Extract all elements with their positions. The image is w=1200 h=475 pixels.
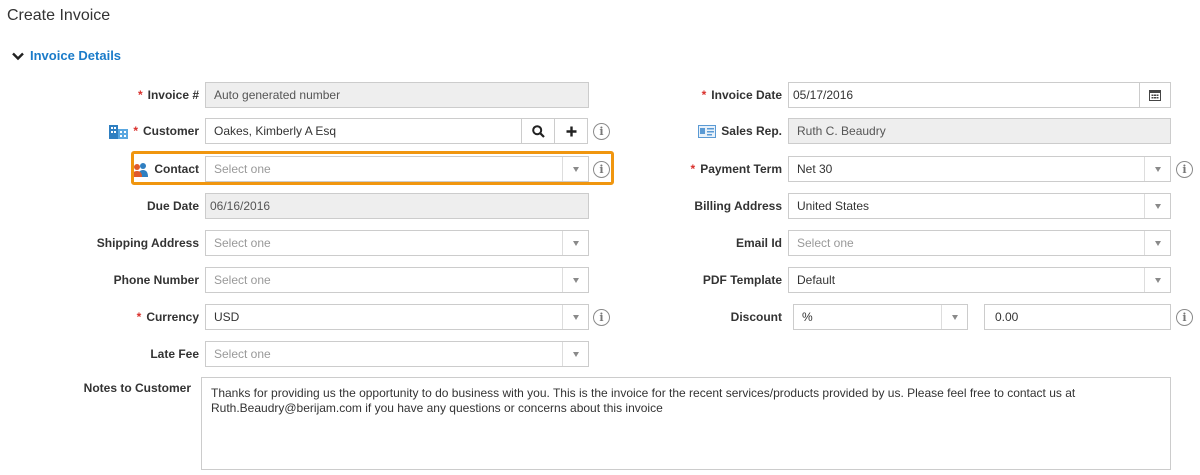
sales-rep-field: Ruth C. Beaudry [788,118,1171,144]
contact-select[interactable]: Select one [205,156,589,182]
invoice-date-label: * Invoice Date [701,88,782,102]
dropdown-caret-icon [1144,268,1170,292]
contact-people-icon [132,162,149,177]
notes-label: Notes to Customer [83,381,191,395]
required-marker: * [690,162,696,176]
billing-address-label: Billing Address [694,199,782,213]
discount-label: Discount [730,310,782,324]
currency-select[interactable]: USD [205,304,589,330]
email-id-select[interactable]: Select one [788,230,1171,256]
billing-address-select[interactable]: United States [788,193,1171,219]
section-title: Invoice Details [30,48,122,63]
phone-number-select[interactable]: Select one [205,267,589,293]
currency-info-icon[interactable]: i [593,309,610,326]
contact-info-icon[interactable]: i [593,161,610,178]
page-title: Create Invoice [7,7,111,24]
payment-term-select[interactable]: Net 30 [788,156,1171,182]
dropdown-caret-icon [562,231,588,255]
dropdown-caret-icon [941,305,967,329]
dropdown-caret-icon [562,305,588,329]
dropdown-caret-icon [1144,231,1170,255]
invoice-number-label: * Invoice # [137,88,199,102]
notes-textarea[interactable]: Thanks for providing us the opportunity … [201,377,1171,470]
customer-label: * Customer [80,118,199,144]
dropdown-caret-icon [562,157,588,181]
customer-search-button[interactable] [522,118,555,144]
required-marker: * [133,124,138,138]
discount-type-select[interactable]: % [793,304,968,330]
payment-term-info-icon[interactable]: i [1176,161,1193,178]
id-card-icon [698,124,717,138]
currency-label: * Currency [136,310,199,324]
customer-info-icon[interactable]: i [593,123,610,140]
dropdown-caret-icon [1144,194,1170,218]
phone-number-label: Phone Number [113,273,199,287]
search-icon [531,124,545,138]
discount-amount-input[interactable]: 0.00 [984,304,1171,330]
discount-info-icon[interactable]: i [1176,309,1193,326]
pdf-template-label: PDF Template [702,273,782,287]
chevron-down-icon [12,52,24,60]
calendar-icon [1149,90,1161,101]
email-id-label: Email Id [735,236,782,250]
invoice-number-field: Auto generated number [205,82,589,108]
pdf-template-select[interactable]: Default [788,267,1171,293]
shipping-address-select[interactable]: Select one [205,230,589,256]
plus-icon [566,126,576,136]
customer-field[interactable]: Oakes, Kimberly A Esq [205,118,522,144]
contact-label: Contact [80,156,199,182]
due-date-label: Due Date [146,199,199,213]
invoice-details-section-toggle[interactable]: Invoice Details [11,48,121,63]
invoice-date-picker-button[interactable] [1139,82,1171,108]
dropdown-caret-icon [1144,157,1170,181]
shipping-address-label: Shipping Address [96,236,199,250]
sales-rep-label: Sales Rep. [640,118,782,144]
late-fee-label: Late Fee [150,347,199,361]
required-marker: * [136,310,142,324]
building-icon [109,123,129,139]
due-date-field: 06/16/2016 [205,193,589,219]
required-marker: * [137,88,143,102]
invoice-date-field[interactable]: 05/17/2016 [788,82,1140,108]
customer-add-button[interactable] [555,118,588,144]
late-fee-select[interactable]: Select one [205,341,589,367]
dropdown-caret-icon [562,342,588,366]
dropdown-caret-icon [562,268,588,292]
required-marker: * [701,88,707,102]
payment-term-label: * Payment Term [690,162,782,176]
